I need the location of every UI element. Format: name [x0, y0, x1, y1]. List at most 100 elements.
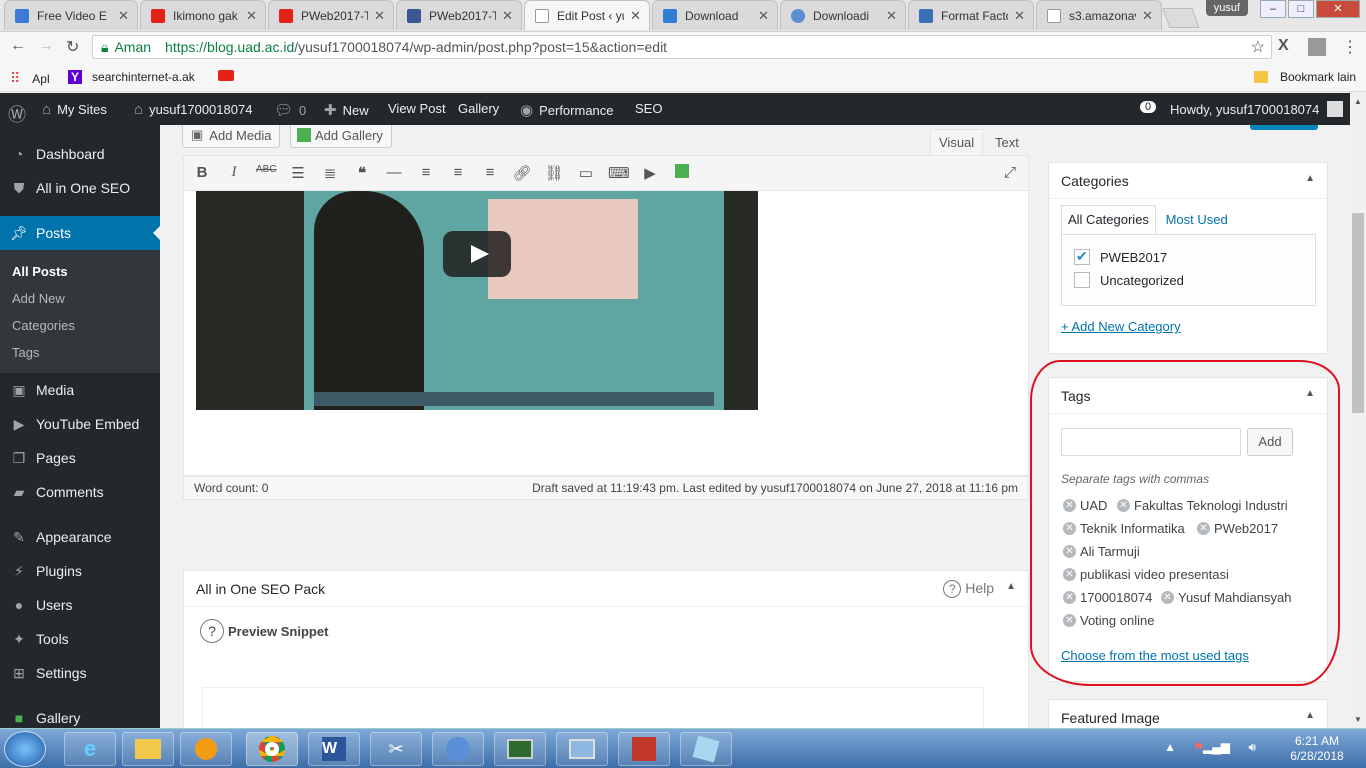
- editor-content-area[interactable]: [183, 191, 1029, 476]
- toolbar-toggle-icon[interactable]: ⌨: [608, 164, 630, 182]
- view-post-link[interactable]: View Post: [388, 101, 446, 116]
- extension-x-icon[interactable]: X: [1278, 37, 1289, 55]
- ie-icon[interactable]: e: [64, 732, 116, 766]
- featured-image-header[interactable]: Featured Image ▲: [1049, 700, 1327, 728]
- browser-tab[interactable]: PWeb2017-T ✕: [268, 0, 394, 30]
- close-icon[interactable]: ✕: [1014, 8, 1025, 24]
- extension-icon[interactable]: [1308, 38, 1326, 56]
- close-icon[interactable]: ✕: [502, 8, 513, 24]
- add-new-category-link[interactable]: + Add New Category: [1061, 319, 1181, 334]
- notes-icon[interactable]: [680, 732, 732, 766]
- collapse-arrow-icon[interactable]: ▲: [1305, 710, 1315, 721]
- close-icon[interactable]: ✕: [1142, 8, 1153, 24]
- submenu-tags[interactable]: Tags: [12, 345, 39, 360]
- add-media-button[interactable]: ▣ Add Media: [182, 125, 281, 148]
- checkbox-checked[interactable]: [1074, 248, 1090, 265]
- monitor-app-icon[interactable]: [494, 732, 546, 766]
- bullet-list-icon[interactable]: ☰: [288, 164, 308, 182]
- align-center-icon[interactable]: ≡: [448, 164, 468, 181]
- menu-icon[interactable]: ⋮: [1342, 37, 1358, 57]
- start-button[interactable]: [4, 731, 46, 767]
- tab-most-used[interactable]: Most Used: [1166, 212, 1228, 227]
- media-player-icon[interactable]: [180, 732, 232, 766]
- close-window-button[interactable]: ✕: [1316, 0, 1360, 18]
- close-icon[interactable]: ✕: [374, 8, 385, 24]
- checkbox[interactable]: [1074, 272, 1090, 288]
- format-factory-icon[interactable]: [618, 732, 670, 766]
- browser-tab[interactable]: Ikimono gak ✕: [140, 0, 266, 30]
- back-icon[interactable]: ←: [10, 37, 26, 55]
- tab-visual[interactable]: Visual: [930, 129, 984, 155]
- close-icon[interactable]: ✕: [886, 8, 897, 24]
- new-content-menu[interactable]: ✚ New: [324, 101, 369, 119]
- chromium-icon[interactable]: [432, 732, 484, 766]
- numbered-list-icon[interactable]: ≣: [320, 164, 340, 182]
- browser-tab[interactable]: Downloadi ✕: [780, 0, 906, 30]
- sidebar-item-tools[interactable]: ✦ Tools: [0, 622, 160, 656]
- sidebar-item-posts[interactable]: 📌︎ Posts: [0, 216, 160, 250]
- page-scrollbar[interactable]: ▲ ▼: [1350, 93, 1366, 728]
- submenu-categories[interactable]: Categories: [12, 318, 75, 333]
- close-icon[interactable]: ✕: [246, 8, 257, 24]
- submenu-all-posts[interactable]: All Posts: [12, 264, 68, 279]
- read-more-icon[interactable]: ▭: [576, 164, 596, 182]
- signal-icon[interactable]: ▂▄▆: [1203, 740, 1230, 755]
- profile-badge[interactable]: yusuf: [1205, 0, 1248, 16]
- submenu-add-new[interactable]: Add New: [12, 291, 65, 306]
- apps-bookmark[interactable]: ⠿ Apl: [10, 70, 50, 87]
- aioseo-metabox-header[interactable]: All in One SEO Pack ? Help ▲: [184, 571, 1028, 607]
- collapse-arrow-icon[interactable]: ▲: [1305, 173, 1315, 184]
- help-link[interactable]: ? Help: [943, 580, 994, 598]
- close-icon[interactable]: ✕: [118, 8, 129, 24]
- browser-tab[interactable]: Free Video E ✕: [4, 0, 138, 30]
- sidebar-item-comments[interactable]: ▰ Comments: [0, 475, 160, 509]
- tab-text[interactable]: Text: [986, 129, 1028, 155]
- close-icon[interactable]: ✕: [758, 8, 769, 24]
- howdy-user-menu[interactable]: Howdy, yusuf1700018074: [1170, 101, 1344, 117]
- youtube-bookmark[interactable]: [218, 70, 234, 81]
- blockquote-icon[interactable]: ❝: [352, 164, 372, 182]
- fullscreen-icon[interactable]: ⤢: [1000, 164, 1020, 181]
- clock[interactable]: 6:21 AM 6/28/2018: [1282, 734, 1352, 764]
- horizontal-line-icon[interactable]: —: [384, 164, 404, 181]
- app-icon[interactable]: ✂: [370, 732, 422, 766]
- sidebar-item-users[interactable]: ● Users: [0, 588, 160, 622]
- tab-all-categories[interactable]: All Categories: [1061, 205, 1156, 235]
- sidebar-item-media[interactable]: ▣ Media: [0, 373, 160, 407]
- minimize-button[interactable]: –: [1260, 0, 1286, 18]
- browser-tab[interactable]: s3.amazonav ✕: [1036, 0, 1162, 30]
- seo-menu[interactable]: SEO: [635, 101, 662, 116]
- chrome-icon[interactable]: [246, 732, 298, 766]
- browser-tab[interactable]: PWeb2017-T ✕: [396, 0, 522, 30]
- my-sites-menu[interactable]: ⌂ My Sites: [42, 101, 107, 118]
- star-icon[interactable]: ☆: [1251, 37, 1265, 57]
- sidebar-item-youtube-embed[interactable]: ▶ YouTube Embed: [0, 407, 160, 441]
- maximize-button[interactable]: □: [1288, 0, 1314, 18]
- align-left-icon[interactable]: ≡: [416, 164, 436, 181]
- sidebar-item-pages[interactable]: ❐ Pages: [0, 441, 160, 475]
- publish-button[interactable]: [1250, 125, 1318, 130]
- gallery-icon[interactable]: [672, 164, 692, 182]
- sidebar-item-aioseo[interactable]: ⛊ All in One SEO: [0, 171, 160, 205]
- other-bookmarks[interactable]: Bookmark lain: [1254, 70, 1356, 84]
- embedded-video[interactable]: [196, 191, 758, 410]
- play-icon[interactable]: [443, 231, 511, 277]
- forward-icon[interactable]: →: [38, 37, 54, 55]
- network-app-icon[interactable]: [556, 732, 608, 766]
- scroll-up-icon[interactable]: ▲: [1354, 97, 1362, 106]
- volume-icon[interactable]: 🔊︎: [1248, 740, 1256, 755]
- sidebar-item-appearance[interactable]: ✎ Appearance: [0, 520, 160, 554]
- strikethrough-icon[interactable]: ABC: [256, 164, 277, 175]
- sidebar-item-settings[interactable]: ⊞ Settings: [0, 656, 160, 690]
- sidebar-item-dashboard[interactable]: ◔ Dashboard: [0, 137, 160, 171]
- close-icon[interactable]: ✕: [630, 8, 641, 24]
- browser-tab[interactable]: Download ✕: [652, 0, 778, 30]
- notification-count[interactable]: 0: [1140, 101, 1157, 113]
- wordpress-logo-icon[interactable]: Ⓦ: [8, 101, 32, 127]
- italic-icon[interactable]: I: [224, 164, 244, 181]
- add-gallery-button[interactable]: Add Gallery: [290, 125, 392, 148]
- align-right-icon[interactable]: ≡: [480, 164, 500, 181]
- categories-header[interactable]: Categories ▲: [1049, 163, 1327, 199]
- search-bookmark[interactable]: Ysearchinternet-a.ak: [68, 70, 195, 84]
- collapse-arrow-icon[interactable]: ▲: [1006, 581, 1016, 592]
